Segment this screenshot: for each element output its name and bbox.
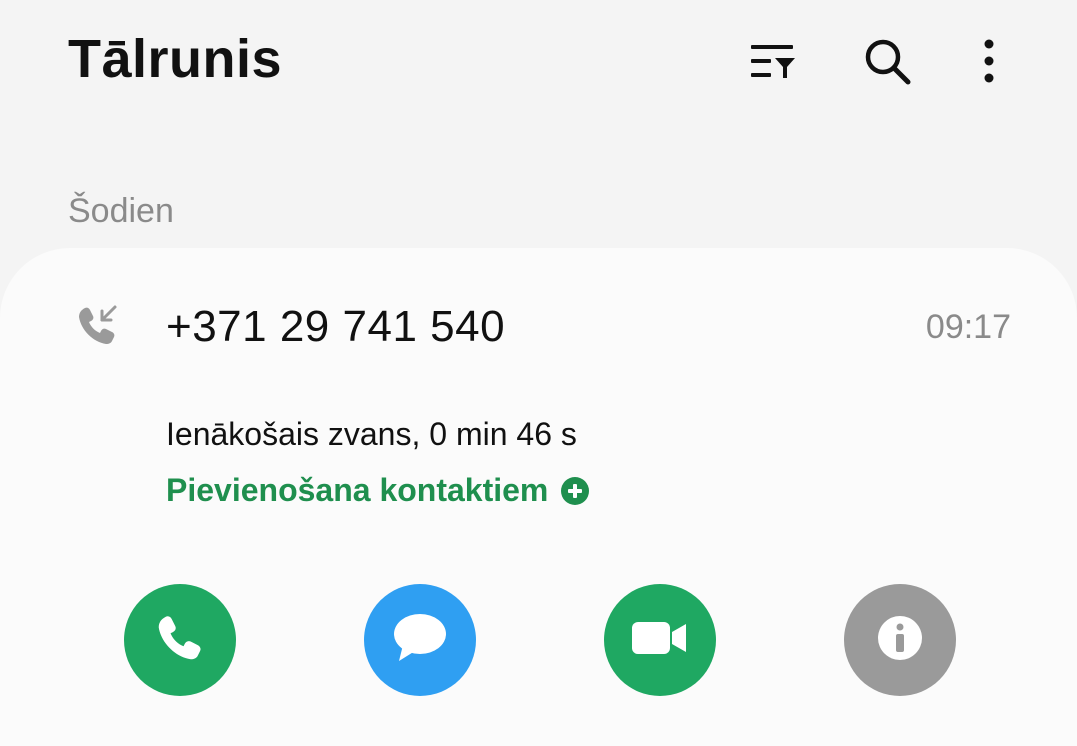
section-label-today: Šodien xyxy=(68,192,174,230)
message-button[interactable] xyxy=(364,584,476,696)
message-bubble-icon xyxy=(391,611,449,670)
incoming-call-icon xyxy=(76,304,120,348)
call-phone-number[interactable]: +371 29 741 540 xyxy=(166,302,505,352)
more-vert-icon[interactable] xyxy=(964,36,1014,86)
call-details: Ienākošais zvans, 0 min 46 s xyxy=(166,416,577,452)
info-button[interactable] xyxy=(844,584,956,696)
video-camera-icon xyxy=(630,618,690,663)
phone-app-screen: Tālrunis Šodien +371 29 741 540 09:17 Ie… xyxy=(0,0,1077,746)
add-circle-icon xyxy=(560,476,590,506)
call-time: 09:17 xyxy=(925,308,1011,346)
app-title: Tālrunis xyxy=(68,29,283,89)
video-call-button[interactable] xyxy=(604,584,716,696)
add-to-contacts-label: Pievienošana kontaktiem xyxy=(166,472,549,508)
call-button[interactable] xyxy=(124,584,236,696)
phone-icon xyxy=(154,612,206,669)
info-icon xyxy=(876,614,924,667)
filter-icon[interactable] xyxy=(748,36,798,86)
search-icon[interactable] xyxy=(862,36,912,86)
add-to-contacts-link[interactable]: Pievienošana kontaktiem xyxy=(166,472,590,509)
